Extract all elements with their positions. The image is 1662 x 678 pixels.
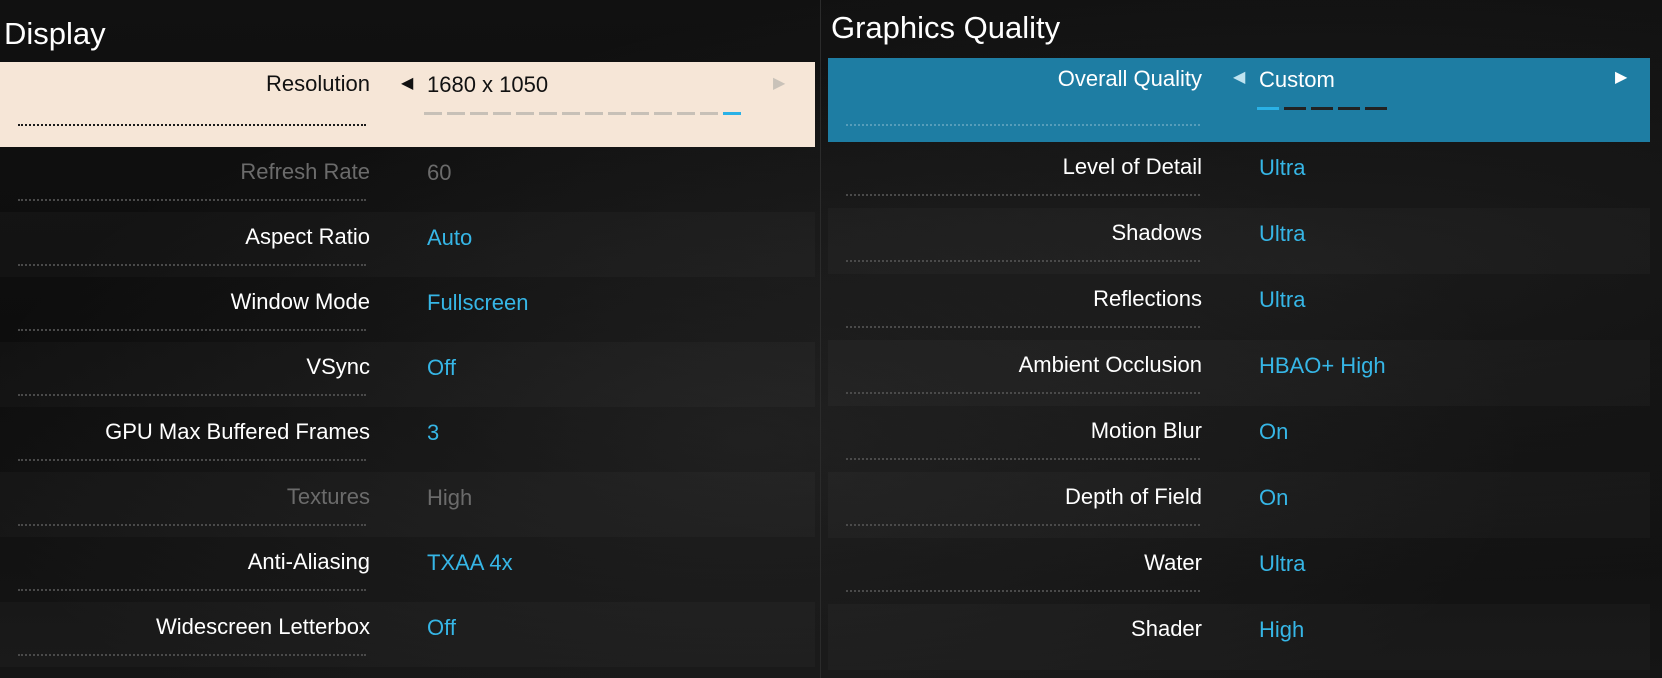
- graphics-quality-panel-title: Graphics Quality: [831, 10, 1061, 45]
- step-segment: [1338, 107, 1360, 110]
- row-dotted-underline: [18, 329, 366, 331]
- setting-label: Overall Quality: [1057, 66, 1202, 91]
- triangle-right-icon[interactable]: ▶: [773, 76, 785, 92]
- row-dotted-underline: [18, 459, 366, 461]
- setting-label: Motion Blur: [1090, 418, 1202, 443]
- setting-row-anti-aliasing[interactable]: Anti-Aliasing TXAA 4x: [0, 537, 815, 602]
- setting-value: High: [1259, 617, 1305, 642]
- step-segment: [585, 112, 603, 115]
- row-dotted-underline: [846, 392, 1200, 394]
- row-dotted-underline: [18, 124, 366, 126]
- setting-label: Anti-Aliasing: [247, 549, 370, 574]
- setting-value: 60: [427, 160, 452, 185]
- setting-label: Textures: [286, 484, 370, 509]
- row-dotted-underline: [846, 124, 1200, 126]
- setting-value: HBAO+ High: [1259, 353, 1386, 378]
- setting-value: On: [1259, 485, 1289, 510]
- row-dotted-underline: [846, 524, 1200, 526]
- row-dotted-underline: [18, 524, 366, 526]
- row-dotted-underline: [18, 654, 366, 656]
- triangle-left-icon[interactable]: ◀: [1233, 70, 1245, 86]
- setting-label: Shadows: [1111, 220, 1202, 245]
- resolution-step-indicator: [424, 112, 741, 115]
- row-dotted-underline: [18, 589, 366, 591]
- setting-row-shadows[interactable]: Shadows Ultra: [828, 208, 1650, 274]
- step-segment: [608, 112, 626, 115]
- overall-quality-step-indicator: [1257, 107, 1387, 110]
- setting-row-ambient-occlusion[interactable]: Ambient Occlusion HBAO+ High: [828, 340, 1650, 406]
- setting-value: Ultra: [1259, 551, 1306, 576]
- setting-label: Aspect Ratio: [245, 224, 370, 249]
- setting-row-reflections[interactable]: Reflections Ultra: [828, 274, 1650, 340]
- setting-value: On: [1259, 419, 1289, 444]
- step-segment: [1257, 107, 1279, 110]
- setting-value: High: [427, 485, 473, 510]
- row-dotted-underline: [846, 458, 1200, 460]
- setting-row-motion-blur[interactable]: Motion Blur On: [828, 406, 1650, 472]
- setting-value: Auto: [427, 225, 473, 250]
- step-segment: [516, 112, 534, 115]
- setting-row-resolution[interactable]: Resolution ◀ 1680 x 1050 ▶: [0, 62, 815, 147]
- setting-value: TXAA 4x: [427, 550, 513, 575]
- step-segment: [493, 112, 511, 115]
- setting-row-shader[interactable]: Shader High: [828, 604, 1650, 670]
- step-segment: [470, 112, 488, 115]
- setting-label: Reflections: [1093, 286, 1202, 311]
- step-segment: [700, 112, 718, 115]
- setting-row-window-mode[interactable]: Window Mode Fullscreen: [0, 277, 815, 342]
- panel-divider: [820, 0, 821, 678]
- setting-value: Ultra: [1259, 287, 1306, 312]
- setting-row-water[interactable]: Water Ultra: [828, 538, 1650, 604]
- setting-label: Widescreen Letterbox: [156, 614, 370, 639]
- setting-value: Custom: [1259, 67, 1335, 92]
- setting-row-level-of-detail[interactable]: Level of Detail Ultra: [828, 142, 1650, 208]
- step-segment: [424, 112, 442, 115]
- setting-value: 1680 x 1050: [427, 72, 549, 97]
- setting-row-vsync[interactable]: VSync Off: [0, 342, 815, 407]
- step-segment: [723, 112, 741, 115]
- setting-label: Window Mode: [230, 289, 370, 314]
- setting-label: Ambient Occlusion: [1018, 352, 1202, 377]
- setting-label: Water: [1144, 550, 1202, 575]
- setting-label: Refresh Rate: [240, 159, 370, 184]
- setting-row-widescreen-letterbox[interactable]: Widescreen Letterbox Off: [0, 602, 815, 667]
- row-dotted-underline: [18, 264, 366, 266]
- setting-label: Resolution: [266, 71, 370, 96]
- setting-row-aspect-ratio[interactable]: Aspect Ratio Auto: [0, 212, 815, 277]
- row-dotted-underline: [18, 394, 366, 396]
- triangle-left-icon[interactable]: ◀: [401, 76, 413, 92]
- setting-value: Off: [427, 615, 456, 640]
- setting-value: Fullscreen: [427, 290, 529, 315]
- row-dotted-underline: [18, 199, 366, 201]
- step-segment: [562, 112, 580, 115]
- step-segment: [1365, 107, 1387, 110]
- setting-value: Off: [427, 355, 456, 380]
- row-dotted-underline: [846, 590, 1200, 592]
- setting-label: GPU Max Buffered Frames: [105, 419, 370, 444]
- setting-label: Shader: [1131, 616, 1202, 641]
- setting-row-textures: Textures High: [0, 472, 815, 537]
- row-dotted-underline: [846, 260, 1200, 262]
- setting-row-depth-of-field[interactable]: Depth of Field On: [828, 472, 1650, 538]
- triangle-right-icon[interactable]: ▶: [1615, 70, 1627, 86]
- setting-row-refresh-rate: Refresh Rate 60: [0, 147, 815, 212]
- step-segment: [447, 112, 465, 115]
- step-segment: [677, 112, 695, 115]
- setting-value: Ultra: [1259, 221, 1306, 246]
- row-dotted-underline: [846, 326, 1200, 328]
- setting-label: VSync: [306, 354, 370, 379]
- display-panel-title: Display: [4, 16, 106, 51]
- step-segment: [631, 112, 649, 115]
- setting-row-gpu-max-buffered-frames[interactable]: GPU Max Buffered Frames 3: [0, 407, 815, 472]
- setting-label: Depth of Field: [1065, 484, 1202, 509]
- setting-value: Ultra: [1259, 155, 1306, 180]
- step-segment: [1311, 107, 1333, 110]
- step-segment: [654, 112, 672, 115]
- step-segment: [1284, 107, 1306, 110]
- setting-label: Level of Detail: [1062, 154, 1202, 179]
- step-segment: [539, 112, 557, 115]
- row-dotted-underline: [846, 194, 1200, 196]
- setting-row-overall-quality[interactable]: Overall Quality ◀ Custom ▶: [828, 58, 1650, 142]
- setting-value: 3: [427, 420, 440, 445]
